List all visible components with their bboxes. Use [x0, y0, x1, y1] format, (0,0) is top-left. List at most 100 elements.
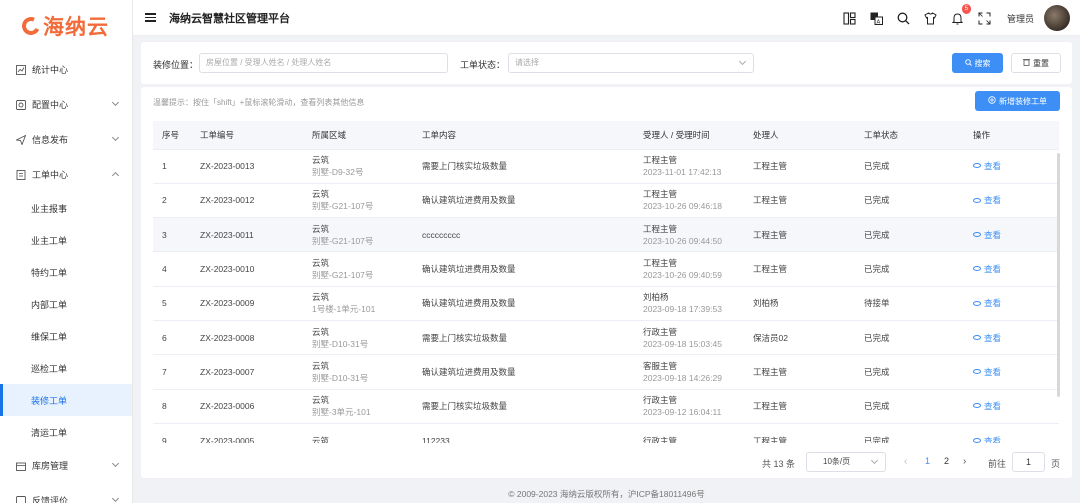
accept-time: 2023-09-12 16:04:11 [643, 407, 722, 418]
area-name: 云筑 [312, 326, 330, 337]
eye-icon [973, 266, 981, 272]
cell-no: 6 [153, 320, 200, 356]
view-link[interactable]: 查看 [973, 264, 1001, 274]
page-size-select[interactable]: 10条/页 [806, 452, 886, 472]
table-scrollbar[interactable] [1057, 153, 1060, 397]
page-number[interactable]: 2 [944, 456, 949, 466]
cell-status: 已完成 [864, 183, 973, 219]
cell-action: 查看 [973, 354, 1059, 390]
cell-no: 4 [153, 251, 200, 287]
view-link[interactable]: 查看 [973, 367, 1001, 377]
table-row[interactable]: 3 ZX-2023-0011 云筑 别墅-G21-107号 ccccccccc 工程主管 2… [153, 217, 1059, 253]
location-search-input[interactable]: 房屋位置 / 受理人姓名 / 处理人姓名 [199, 53, 448, 73]
view-link[interactable]: 查看 [973, 161, 1001, 171]
sidebar-item-warehouse[interactable]: 库房管理 [0, 448, 132, 483]
table-row[interactable]: 1 ZX-2023-0013 云筑 别墅-D9-32号 需要上门核实垃圾数量 工程主管 20… [153, 149, 1059, 184]
col-header-no: 序号 [153, 121, 200, 150]
area-name: 云筑 [312, 189, 330, 200]
eye-icon [973, 369, 981, 375]
view-link-label: 查看 [984, 435, 1002, 443]
cell-no: 7 [153, 354, 200, 390]
fullscreen-icon[interactable] [978, 11, 992, 25]
cell-acceptor: 刘柏杨 2023-09-18 17:39:53 [643, 286, 753, 321]
view-link-label: 查看 [984, 195, 1002, 206]
sidebar-item-publish[interactable]: 信息发布 [0, 122, 132, 157]
table-row[interactable]: 7 ZX-2023-0007 云筑 别墅-D10-31号 确认建筑垃进费用及数量 客服主管… [153, 354, 1059, 390]
accept-time: 2023-09-18 17:39:53 [643, 304, 722, 315]
logo-mark-icon [19, 14, 43, 38]
accept-time: 2023-10-26 09:46:18 [643, 201, 722, 212]
table-row[interactable]: 6 ZX-2023-0008 云筑 别墅-D10-31号 需要上门核实垃圾数量 行政主管 2… [153, 320, 1059, 356]
grid-icon[interactable] [843, 11, 857, 25]
prev-page-icon[interactable]: ‹ [904, 456, 907, 467]
view-link[interactable]: 查看 [973, 298, 1001, 308]
sidebar-subitem[interactable]: 业主报事 [0, 192, 132, 224]
sidebar-item-feedback[interactable]: 反馈评价 [0, 483, 132, 503]
theme-shirt-icon[interactable] [924, 11, 938, 25]
view-link[interactable]: 查看 [973, 195, 1001, 205]
accept-time: 2023-11-01 17:42:13 [643, 167, 722, 178]
chart-icon [16, 64, 26, 75]
chevron-down-icon [111, 98, 120, 107]
cell-area: 云筑 [312, 423, 422, 443]
status-select[interactable]: 请选择 [508, 53, 754, 73]
accept-time: 2023-10-26 09:40:59 [643, 270, 722, 281]
cell-no: 3 [153, 217, 200, 253]
sidebar-item-label: 工单中心 [32, 170, 69, 180]
sidebar-subitem[interactable]: 业主工单 [0, 224, 132, 256]
search-icon [964, 58, 972, 68]
view-link[interactable]: 查看 [973, 230, 1001, 240]
cell-status: 已完成 [864, 389, 973, 424]
area-name: 云筑 [312, 292, 330, 303]
bell-icon[interactable]: 5 [951, 4, 971, 25]
cell-no: 9 [153, 423, 200, 443]
col-header-acceptor: 受理人 / 受理时间 [643, 121, 753, 150]
table-row[interactable]: 5 ZX-2023-0009 云筑 1号楼-1单元-101 确认建筑垃进费用及数量 刘柏杨… [153, 286, 1059, 321]
sidebar: 海纳云 统计中心 配置中心 信息发布 工单中心 业主报事 业主工单 特约工单 内… [0, 0, 133, 503]
goto-page-input[interactable]: 1 [1012, 452, 1045, 472]
page-number[interactable]: 1 [925, 456, 930, 466]
cell-no: 2 [153, 183, 200, 219]
acceptor-name: 刘柏杨 [643, 292, 669, 303]
cell-action: 查看 [973, 217, 1059, 253]
search-button[interactable]: 搜索 [952, 53, 1003, 73]
user-name[interactable]: 管理员 [1007, 12, 1034, 25]
sidebar-item-workorder[interactable]: 工单中心 [0, 157, 132, 192]
reset-button-label: 重置 [1033, 58, 1049, 68]
table-header-row: 序号 工单编号 所属区域 工单内容 受理人 / 受理时间 处理人 工单状态 操作 [153, 121, 1059, 150]
table-row[interactable]: 2 ZX-2023-0012 云筑 别墅-G21-107号 确认建筑垃进费用及数量 工程主… [153, 183, 1059, 219]
sidebar-subitem[interactable]: 维保工单 [0, 320, 132, 352]
sidebar-subitem[interactable]: 特约工单 [0, 256, 132, 288]
logo: 海纳云 [0, 0, 132, 52]
table-row[interactable]: 4 ZX-2023-0010 云筑 别墅-G21-107号 确认建筑垃进费用及数量 工程主… [153, 251, 1059, 287]
table-row[interactable]: 8 ZX-2023-0006 云筑 别墅-3单元-101 需要上门核实垃圾数量 行政主管 2… [153, 389, 1059, 424]
avatar[interactable] [1044, 5, 1070, 31]
acceptor-name: 工程主管 [643, 258, 678, 269]
sidebar-subitem-active[interactable]: 装修工单 [0, 384, 132, 416]
reset-button[interactable]: 重置 [1011, 53, 1061, 73]
view-link[interactable]: 查看 [973, 401, 1001, 411]
sidebar-subitem[interactable]: 巡检工单 [0, 352, 132, 384]
table-row[interactable]: 9 ZX-2023-0005 云筑 112233 行政主管 工程主管 已完成 查看 [153, 423, 1059, 443]
menu-toggle-icon[interactable] [145, 11, 156, 24]
document-icon [16, 169, 26, 180]
col-header-content: 工单内容 [422, 121, 643, 150]
search-icon[interactable] [897, 11, 911, 25]
filter-panel: 装修位置： 房屋位置 / 受理人姓名 / 处理人姓名 工单状态： 请选择 搜索 … [141, 42, 1072, 84]
cell-code: ZX-2023-0005 [200, 423, 312, 443]
next-page-icon[interactable]: › [963, 456, 966, 467]
cell-area: 云筑 别墅-G21-107号 [312, 251, 422, 287]
translate-icon[interactable]: A [870, 11, 884, 25]
cell-handler: 工程主管 [753, 183, 864, 219]
cell-status: 待接单 [864, 286, 973, 321]
sidebar-subitem[interactable]: 内部工单 [0, 288, 132, 320]
sidebar-item-stats[interactable]: 统计中心 [0, 52, 132, 87]
search-button-label: 搜索 [974, 58, 991, 68]
cell-code: ZX-2023-0008 [200, 320, 312, 356]
sidebar-item-config[interactable]: 配置中心 [0, 87, 132, 122]
sidebar-subitem[interactable]: 清运工单 [0, 416, 132, 448]
view-link[interactable]: 查看 [973, 436, 1001, 443]
cell-no: 8 [153, 389, 200, 424]
cell-area: 云筑 别墅-D9-32号 [312, 149, 422, 184]
view-link[interactable]: 查看 [973, 333, 1001, 343]
